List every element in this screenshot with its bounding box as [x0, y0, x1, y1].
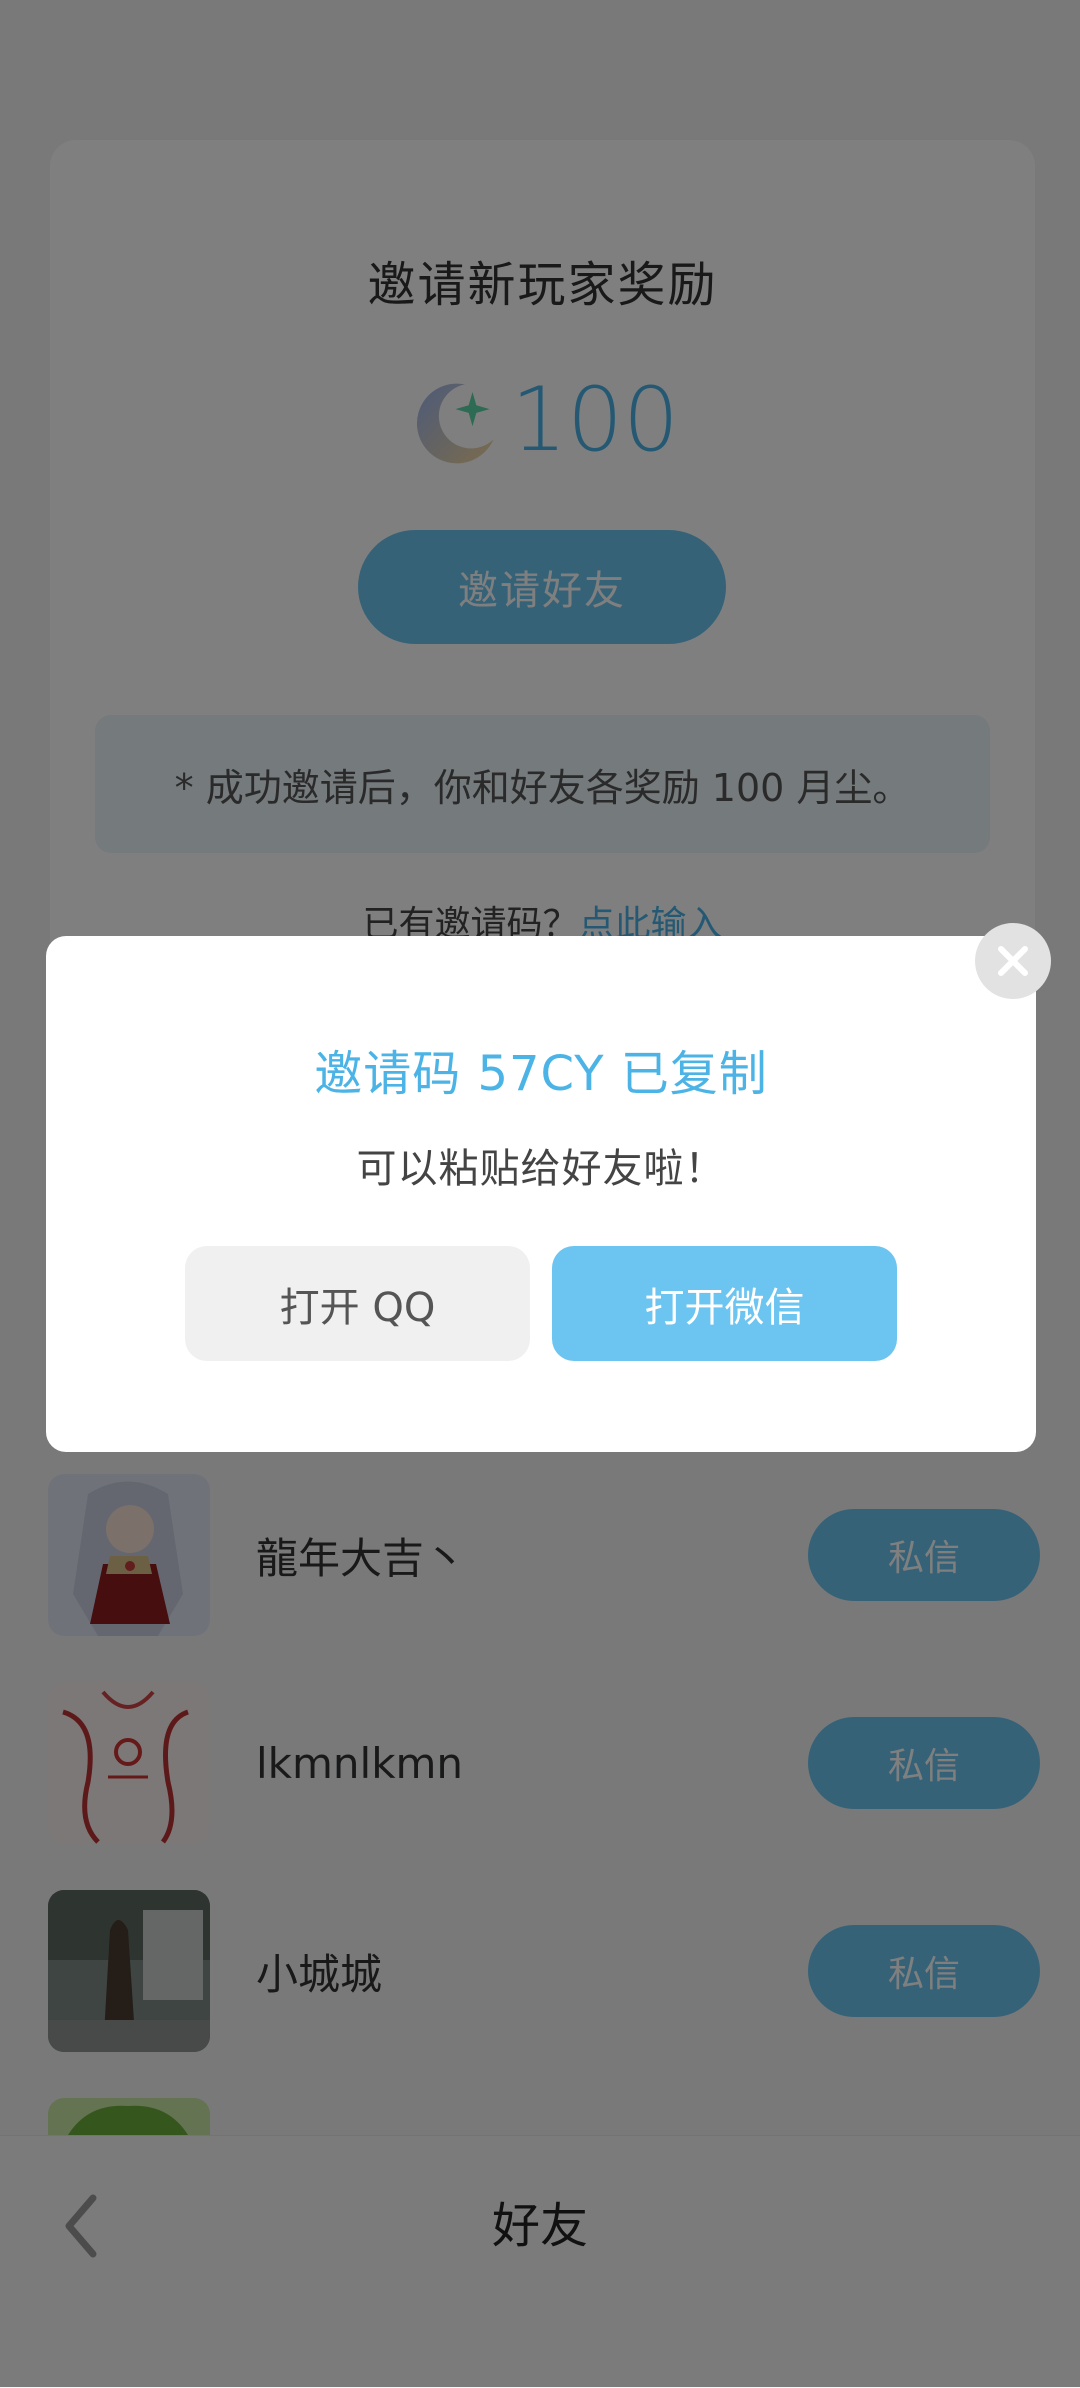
close-button[interactable] — [975, 923, 1051, 999]
open-wechat-button[interactable]: 打开微信 — [552, 1246, 897, 1361]
invite-code-modal: 邀请码 57CY 已复制 可以粘贴给好友啦！ 打开 QQ 打开微信 — [46, 936, 1036, 1452]
modal-subtitle: 可以粘贴给好友啦！ — [356, 1146, 726, 1192]
close-icon — [998, 946, 1028, 976]
modal-title: 邀请码 57CY 已复制 — [314, 1046, 768, 1102]
friends-page: 邀请新玩家奖励 100 邀请好友 * 成功邀请后，你和好友各奖励 100 月尘。… — [0, 0, 1080, 2388]
open-qq-button[interactable]: 打开 QQ — [185, 1246, 530, 1361]
